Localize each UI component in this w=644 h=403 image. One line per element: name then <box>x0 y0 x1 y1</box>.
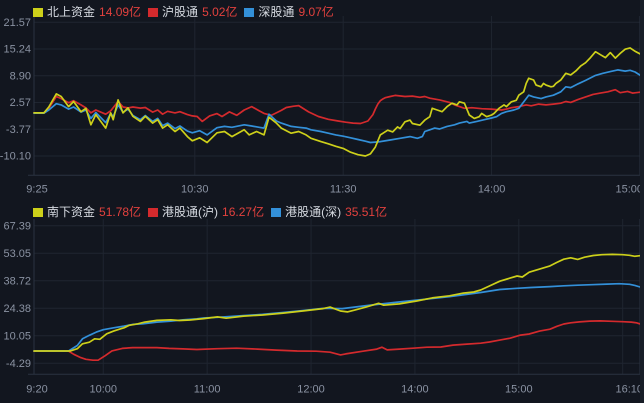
legend-item-hk-sh-connect[interactable]: 港股通(沪) 16.27亿 <box>148 205 264 219</box>
flow-charts-canvas[interactable]: 21.57 15.24 8.90 2.57 -3.77 -10.10 9:25 10:30 11… <box>0 0 644 403</box>
y-axis-tick-label: 10.05 <box>3 330 31 342</box>
legend-value: 35.51亿 <box>345 205 387 219</box>
y-axis-tick-label: 53.05 <box>3 248 31 260</box>
series-line-sz_connect <box>34 284 640 351</box>
legend-value: 5.02亿 <box>202 5 237 19</box>
legend-value: 16.27亿 <box>222 205 264 219</box>
series-line-sz_connect <box>34 70 640 143</box>
x-axis-tick-label: 10:00 <box>89 384 117 396</box>
x-axis-tick-label: 14:00 <box>401 384 429 396</box>
y-axis-tick-label: 67.39 <box>3 220 31 232</box>
y-axis-tick-label: 38.72 <box>3 275 31 287</box>
legend-value: 14.09亿 <box>99 5 141 19</box>
legend-item-south-total[interactable]: 南下资金 51.78亿 <box>33 205 141 219</box>
x-axis-tick-label: 9:20 <box>26 384 47 396</box>
north-total-swatch-icon <box>33 8 43 17</box>
y-axis-tick-label: -3.77 <box>6 124 31 136</box>
legend-item-sh-connect[interactable]: 沪股通 5.02亿 <box>148 5 237 19</box>
legend-label: 深股通 <box>258 5 294 19</box>
legend-label: 沪股通 <box>162 5 198 19</box>
x-axis-tick-label: 15:00 <box>505 384 533 396</box>
south-total-swatch-icon <box>33 208 43 217</box>
right-edge-shade <box>640 0 644 403</box>
y-axis-tick-label: 8.90 <box>10 70 31 82</box>
y-axis-tick-label: -10.10 <box>0 151 31 163</box>
legend-label: 港股通(深) <box>285 205 341 219</box>
south-funds-legend: 南下资金 51.78亿 港股通(沪) 16.27亿 港股通(深) 35.51亿 <box>33 205 387 219</box>
capital-flow-panel: 北上资金 14.09亿 沪股通 5.02亿 深股通 9.07亿 南下资金 51.… <box>0 0 644 403</box>
y-axis-tick-label: 2.57 <box>10 97 31 109</box>
legend-label: 北上资金 <box>47 5 95 19</box>
x-axis-tick-label: 16:10 <box>615 384 643 396</box>
north-funds-legend: 北上资金 14.09亿 沪股通 5.02亿 深股通 9.07亿 <box>33 5 334 19</box>
legend-item-north-total[interactable]: 北上资金 14.09亿 <box>33 5 141 19</box>
y-axis-tick-label: 24.38 <box>3 303 31 315</box>
legend-value: 9.07亿 <box>298 5 333 19</box>
legend-value: 51.78亿 <box>99 205 141 219</box>
y-axis-tick-label: 21.57 <box>3 17 31 29</box>
y-axis-tick-label: -4.29 <box>6 358 31 370</box>
series-line-north_total <box>34 254 640 351</box>
legend-item-sz-connect[interactable]: 深股通 9.07亿 <box>244 5 333 19</box>
series-line-sh_connect <box>34 90 640 124</box>
legend-label: 南下资金 <box>47 205 95 219</box>
sh-connect-swatch-icon <box>148 8 158 17</box>
sz-connect-swatch-icon <box>244 8 254 17</box>
x-axis-tick-label: 11:00 <box>194 384 221 396</box>
x-axis-tick-label: 9:25 <box>26 184 47 196</box>
x-axis-tick-label: 12:00 <box>297 384 325 396</box>
y-axis-tick-label: 15.24 <box>3 44 31 56</box>
hk-sz-swatch-icon <box>271 208 281 217</box>
x-axis-tick-label: 15:00 <box>615 184 643 196</box>
legend-label: 港股通(沪) <box>162 205 218 219</box>
x-axis-tick-label: 14:00 <box>478 184 506 196</box>
hk-sh-swatch-icon <box>148 208 158 217</box>
series-line-north_total <box>34 48 640 156</box>
x-axis-tick-label: 11:30 <box>330 184 357 196</box>
legend-item-hk-sz-connect[interactable]: 港股通(深) 35.51亿 <box>271 205 387 219</box>
x-axis-tick-label: 10:30 <box>181 184 209 196</box>
